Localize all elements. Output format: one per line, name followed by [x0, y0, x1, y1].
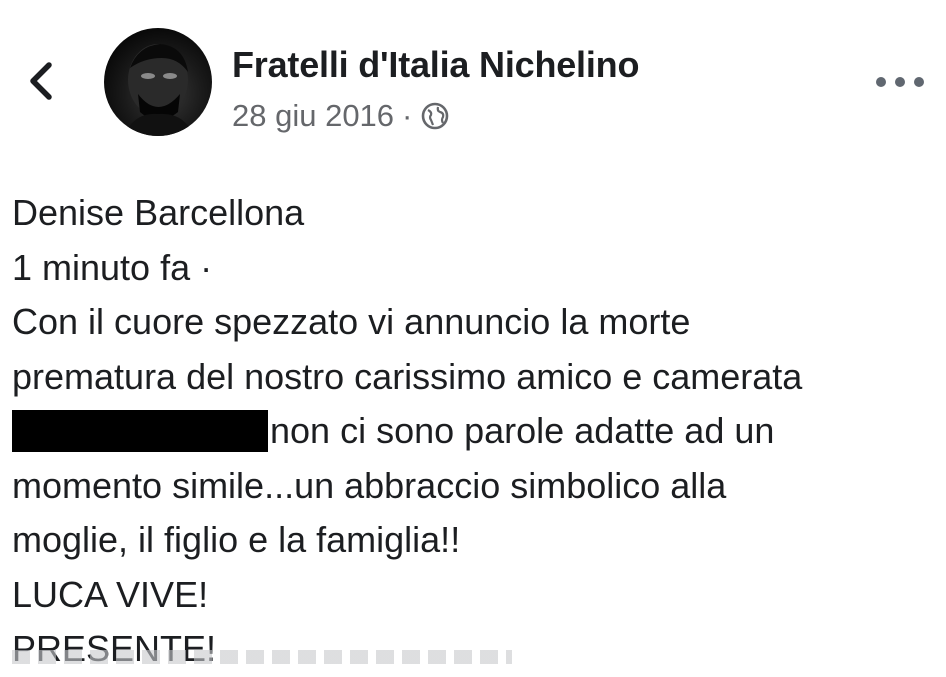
post-text-line: Con il cuore spezzato vi annuncio la mor… — [12, 301, 691, 342]
page-name-link[interactable]: Fratelli d'Italia Nichelino — [232, 44, 639, 86]
post-text-line: momento simile...un abbraccio simbolico … — [12, 464, 727, 506]
globe-icon — [420, 101, 450, 131]
more-dot — [914, 77, 924, 87]
post-author-name: Denise Barcellona — [12, 192, 305, 233]
more-options-button[interactable] — [876, 64, 924, 100]
more-dot — [876, 77, 886, 87]
cropped-text-line — [12, 650, 512, 664]
post-header: Fratelli d'Italia Nichelino 28 giu 2016 … — [0, 0, 946, 150]
post-text-line: moglie, il figlio e la famiglia!! — [12, 519, 461, 560]
post-timestamp: 1 minuto fa · — [12, 246, 213, 288]
post-text-line-redacted: non ci sono parole adatte ad un — [12, 404, 932, 459]
meta-separator: · — [402, 98, 413, 133]
redaction-block — [12, 410, 268, 452]
more-dot — [895, 77, 905, 87]
post-body: Denise Barcellona 1 minuto fa · Con il c… — [12, 186, 932, 677]
profile-avatar — [124, 44, 194, 136]
post-text-line: LUCA VIVE! — [12, 573, 209, 615]
post-meta: 28 giu 2016 · — [232, 98, 450, 134]
post-text-fragment: non ci sono parole adatte ad un — [270, 410, 775, 451]
avatar[interactable] — [104, 28, 212, 136]
back-button[interactable] — [18, 58, 64, 104]
post-date[interactable]: 28 giu 2016 — [232, 98, 394, 134]
post-text-line: prematura del nostro carissimo amico e c… — [12, 355, 803, 397]
chevron-left-icon — [30, 62, 52, 100]
